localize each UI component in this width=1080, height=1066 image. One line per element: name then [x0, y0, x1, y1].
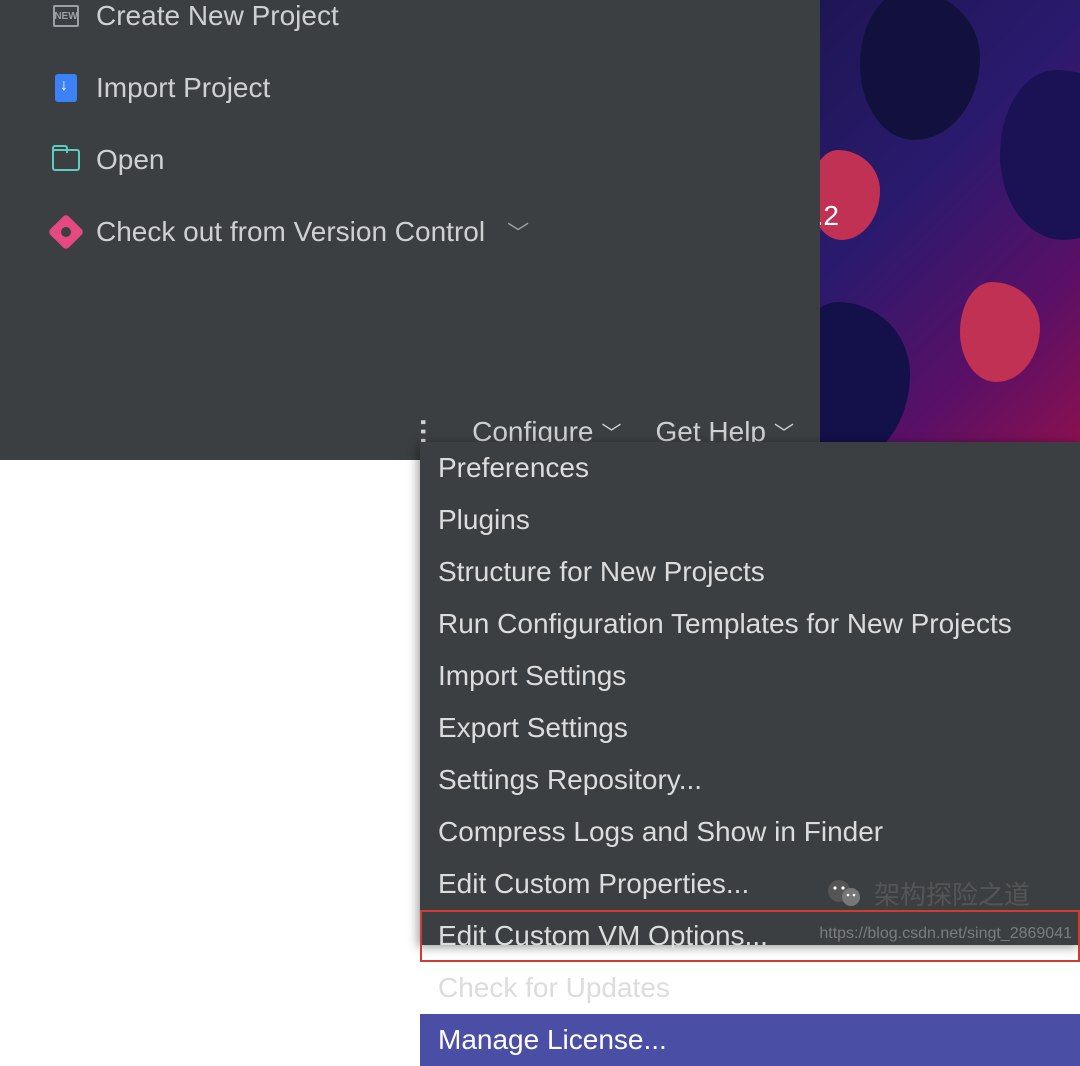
menu-item-manage-license[interactable]: Manage License... — [420, 1014, 1080, 1066]
wechat-icon — [824, 873, 864, 913]
splash-art: 9.2 — [820, 0, 1080, 442]
menu-item-plugins[interactable]: Plugins — [420, 494, 1080, 546]
menu-item-settings-repository[interactable]: Settings Repository... — [420, 754, 1080, 806]
watermark: 架构探险之道 — [824, 873, 1030, 913]
vcs-label: Check out from Version Control — [96, 216, 485, 248]
welcome-panel: NEW Create New Project Import Project Op… — [0, 0, 820, 460]
create-new-project-button[interactable]: NEW Create New Project — [52, 0, 800, 52]
menu-item-export-settings[interactable]: Export Settings — [420, 702, 1080, 754]
menu-item-import-settings[interactable]: Import Settings — [420, 650, 1080, 702]
open-button[interactable]: Open — [52, 124, 800, 196]
menu-item-preferences[interactable]: Preferences — [420, 442, 1080, 494]
version-label: 9.2 — [820, 200, 839, 232]
menu-item-structure-for-new-projects[interactable]: Structure for New Projects — [420, 546, 1080, 598]
import-icon — [52, 74, 80, 102]
url-watermark: https://blog.csdn.net/singt_2869041 — [819, 925, 1072, 943]
vcs-icon — [52, 218, 80, 246]
checkout-vcs-button[interactable]: Check out from Version Control ﹀ — [52, 196, 800, 268]
folder-icon — [52, 146, 80, 174]
welcome-actions: NEW Create New Project Import Project Op… — [52, 0, 800, 268]
watermark-text: 架构探险之道 — [874, 875, 1030, 912]
menu-item-compress-logs-and-show-in-finder[interactable]: Compress Logs and Show in Finder — [420, 806, 1080, 858]
menu-item-check-for-updates[interactable]: Check for Updates — [420, 962, 1080, 1014]
open-label: Open — [96, 144, 165, 176]
menu-item-run-configuration-templates-for-new-projects[interactable]: Run Configuration Templates for New Proj… — [420, 598, 1080, 650]
configure-dropdown: PreferencesPluginsStructure for New Proj… — [420, 442, 1080, 945]
create-label: Create New Project — [96, 0, 339, 32]
chevron-down-icon: ﹀ — [507, 216, 529, 248]
import-label: Import Project — [96, 72, 270, 104]
import-project-button[interactable]: Import Project — [52, 52, 800, 124]
new-project-icon: NEW — [52, 2, 80, 30]
